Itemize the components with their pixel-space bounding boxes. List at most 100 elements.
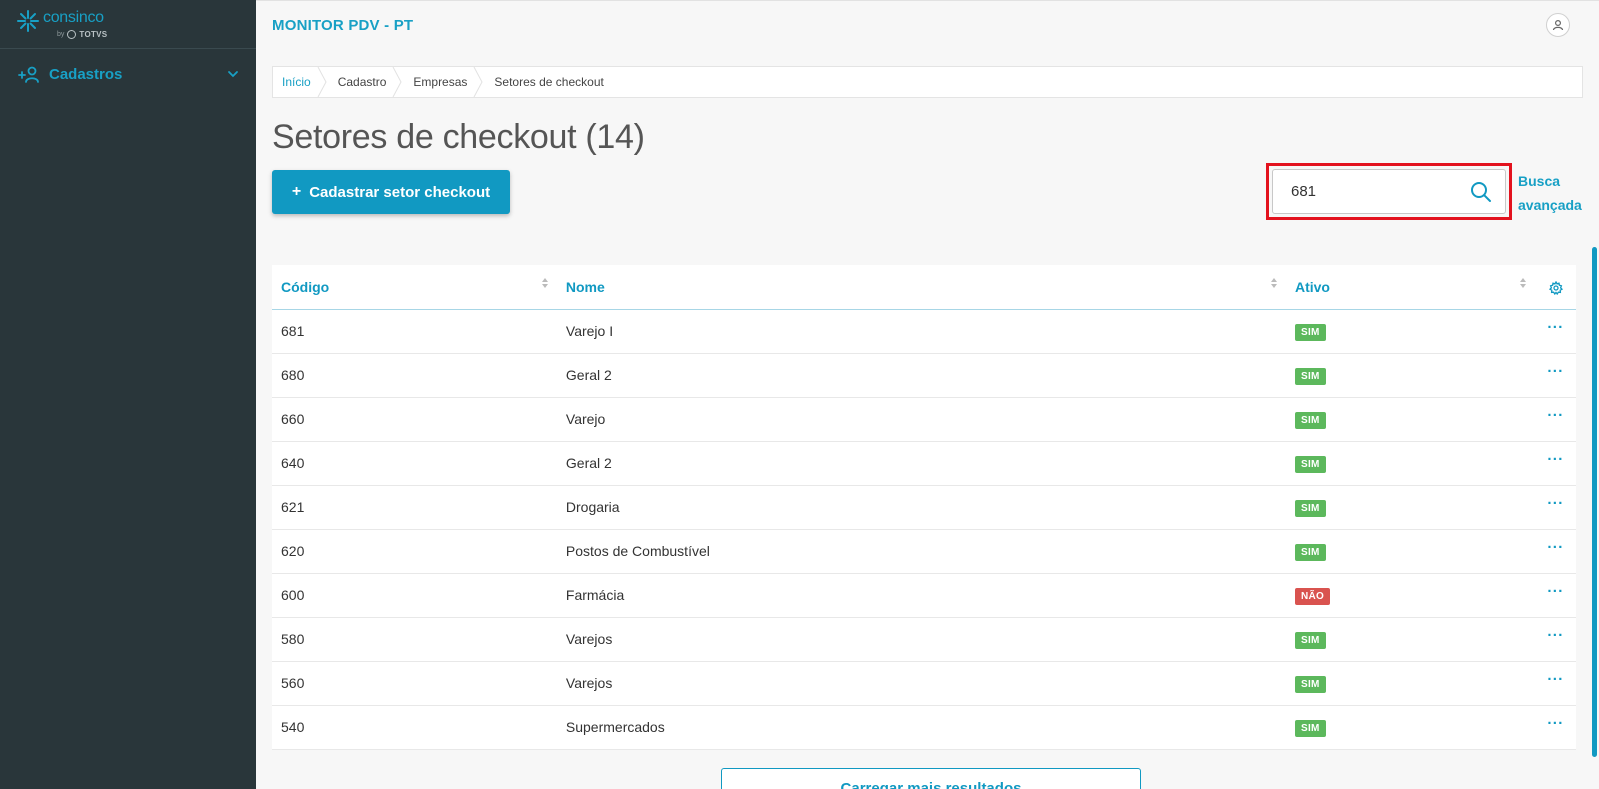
cell-ativo: SIM (1285, 309, 1536, 354)
page-title: Setores de checkout (14) (272, 118, 645, 156)
cell-codigo: 560 (272, 661, 557, 706)
table-row[interactable]: 640 Geral 2 SIM ··· (272, 441, 1576, 486)
user-menu-button[interactable] (1546, 13, 1570, 37)
column-header-codigo[interactable]: Código (272, 265, 557, 310)
sidebar-item-label: Cadastros (49, 65, 123, 83)
cell-nome: Varejos (556, 617, 1286, 662)
logo-by: by (57, 31, 65, 38)
status-badge: SIM (1294, 367, 1326, 385)
row-actions-menu[interactable]: ··· (1535, 441, 1576, 486)
status-badge: SIM (1294, 543, 1326, 561)
table-row[interactable]: 540 Supermercados SIM ··· (272, 705, 1576, 750)
sidebar-item-cadastros[interactable]: Cadastros (0, 60, 256, 88)
sort-icon[interactable] (541, 277, 549, 289)
column-header-nome[interactable]: Nome (556, 265, 1286, 310)
cell-nome: Drogaria (556, 485, 1286, 530)
cell-ativo: SIM (1285, 397, 1536, 442)
logo-sub: by TOTVS (57, 30, 107, 39)
cell-codigo: 640 (272, 441, 557, 486)
load-more-button[interactable]: Carregar mais resultados (721, 768, 1141, 789)
advanced-search-link[interactable]: Busca avançada (1518, 169, 1588, 217)
plus-icon: + (291, 183, 302, 200)
app-title: MONITOR PDV - PT (272, 17, 414, 34)
table-row[interactable]: 560 Varejos SIM ··· (272, 661, 1576, 706)
cell-nome: Geral 2 (556, 441, 1286, 486)
row-actions-menu[interactable]: ··· (1535, 617, 1576, 662)
cell-ativo: SIM (1285, 353, 1536, 398)
more-icon: ··· (1547, 627, 1564, 644)
cell-nome: Supermercados (556, 705, 1286, 750)
row-actions-menu[interactable]: ··· (1535, 309, 1576, 354)
cell-codigo: 600 (272, 573, 557, 618)
row-actions-menu[interactable]: ··· (1535, 573, 1576, 618)
row-actions-menu[interactable]: ··· (1535, 353, 1576, 398)
breadcrumb-current: Setores de checkout (485, 67, 621, 97)
add-checkout-sector-label: Cadastrar setor checkout (309, 183, 491, 201)
status-badge: SIM (1294, 719, 1326, 737)
breadcrumb-separator-icon (317, 67, 327, 97)
sort-icon[interactable] (1270, 277, 1278, 289)
cell-codigo: 681 (272, 309, 557, 354)
main-content: MONITOR PDV - PT Início Cadastro Empresa… (256, 0, 1599, 789)
status-badge: SIM (1294, 455, 1326, 473)
row-actions-menu[interactable]: ··· (1535, 485, 1576, 530)
cell-codigo: 540 (272, 705, 557, 750)
status-badge: SIM (1294, 499, 1326, 517)
table-row[interactable]: 600 Farmácia NÃO ··· (272, 573, 1576, 618)
breadcrumb-inicio[interactable]: Início (273, 67, 329, 97)
status-badge: SIM (1294, 323, 1326, 341)
search-icon[interactable] (1469, 180, 1493, 204)
column-settings[interactable] (1535, 265, 1576, 310)
more-icon: ··· (1547, 671, 1564, 688)
cell-nome: Postos de Combustível (556, 529, 1286, 574)
table-row[interactable]: 620 Postos de Combustível SIM ··· (272, 529, 1576, 574)
cell-nome: Varejos (556, 661, 1286, 706)
row-actions-menu[interactable]: ··· (1535, 705, 1576, 750)
status-badge: SIM (1294, 675, 1326, 693)
cell-codigo: 660 (272, 397, 557, 442)
row-actions-menu[interactable]: ··· (1535, 661, 1576, 706)
logo-totvs: TOTVS (79, 30, 108, 39)
cell-ativo: SIM (1285, 705, 1536, 750)
more-icon: ··· (1547, 451, 1564, 468)
row-actions-menu[interactable]: ··· (1535, 529, 1576, 574)
breadcrumb-empresas[interactable]: Empresas (404, 67, 485, 97)
totvs-icon (67, 30, 77, 39)
cell-codigo: 621 (272, 485, 557, 530)
cell-nome: Varejo (556, 397, 1286, 442)
breadcrumb-label: Início (282, 75, 311, 89)
user-icon (1552, 19, 1564, 31)
table-row[interactable]: 680 Geral 2 SIM ··· (272, 353, 1576, 398)
cell-ativo: NÃO (1285, 573, 1536, 618)
cell-nome: Varejo I (556, 309, 1286, 354)
chevron-down-icon (228, 71, 238, 78)
column-header-label: Nome (565, 278, 605, 295)
cell-ativo: SIM (1285, 617, 1536, 662)
cell-nome: Farmácia (556, 573, 1286, 618)
column-header-label: Código (281, 278, 330, 295)
table-body: 681 Varejo I SIM ··· 680 Geral 2 SIM ···… (272, 309, 1576, 750)
cell-codigo: 680 (272, 353, 557, 398)
table-row[interactable]: 580 Varejos SIM ··· (272, 617, 1576, 662)
consinco-star-icon (17, 10, 39, 32)
cell-codigo: 620 (272, 529, 557, 574)
more-icon: ··· (1547, 715, 1564, 732)
gear-icon[interactable] (1548, 280, 1563, 296)
column-header-ativo[interactable]: Ativo (1285, 265, 1536, 310)
search-input[interactable] (1273, 183, 1463, 200)
logo[interactable]: consinco by TOTVS (0, 0, 256, 49)
add-checkout-sector-button[interactable]: + Cadastrar setor checkout (272, 170, 510, 214)
breadcrumb-cadastro[interactable]: Cadastro (329, 67, 405, 97)
table-row[interactable]: 621 Drogaria SIM ··· (272, 485, 1576, 530)
sidebar: consinco by TOTVS Cadastros (0, 0, 256, 789)
column-header-label: Ativo (1294, 278, 1330, 295)
more-icon: ··· (1547, 495, 1564, 512)
status-badge: NÃO (1294, 587, 1331, 605)
search-box (1272, 169, 1506, 214)
table-row[interactable]: 660 Varejo SIM ··· (272, 397, 1576, 442)
breadcrumb-label: Empresas (413, 75, 468, 89)
scrollbar[interactable] (1592, 247, 1597, 757)
table-row[interactable]: 681 Varejo I SIM ··· (272, 309, 1576, 354)
row-actions-menu[interactable]: ··· (1535, 397, 1576, 442)
sort-icon[interactable] (1519, 277, 1527, 289)
